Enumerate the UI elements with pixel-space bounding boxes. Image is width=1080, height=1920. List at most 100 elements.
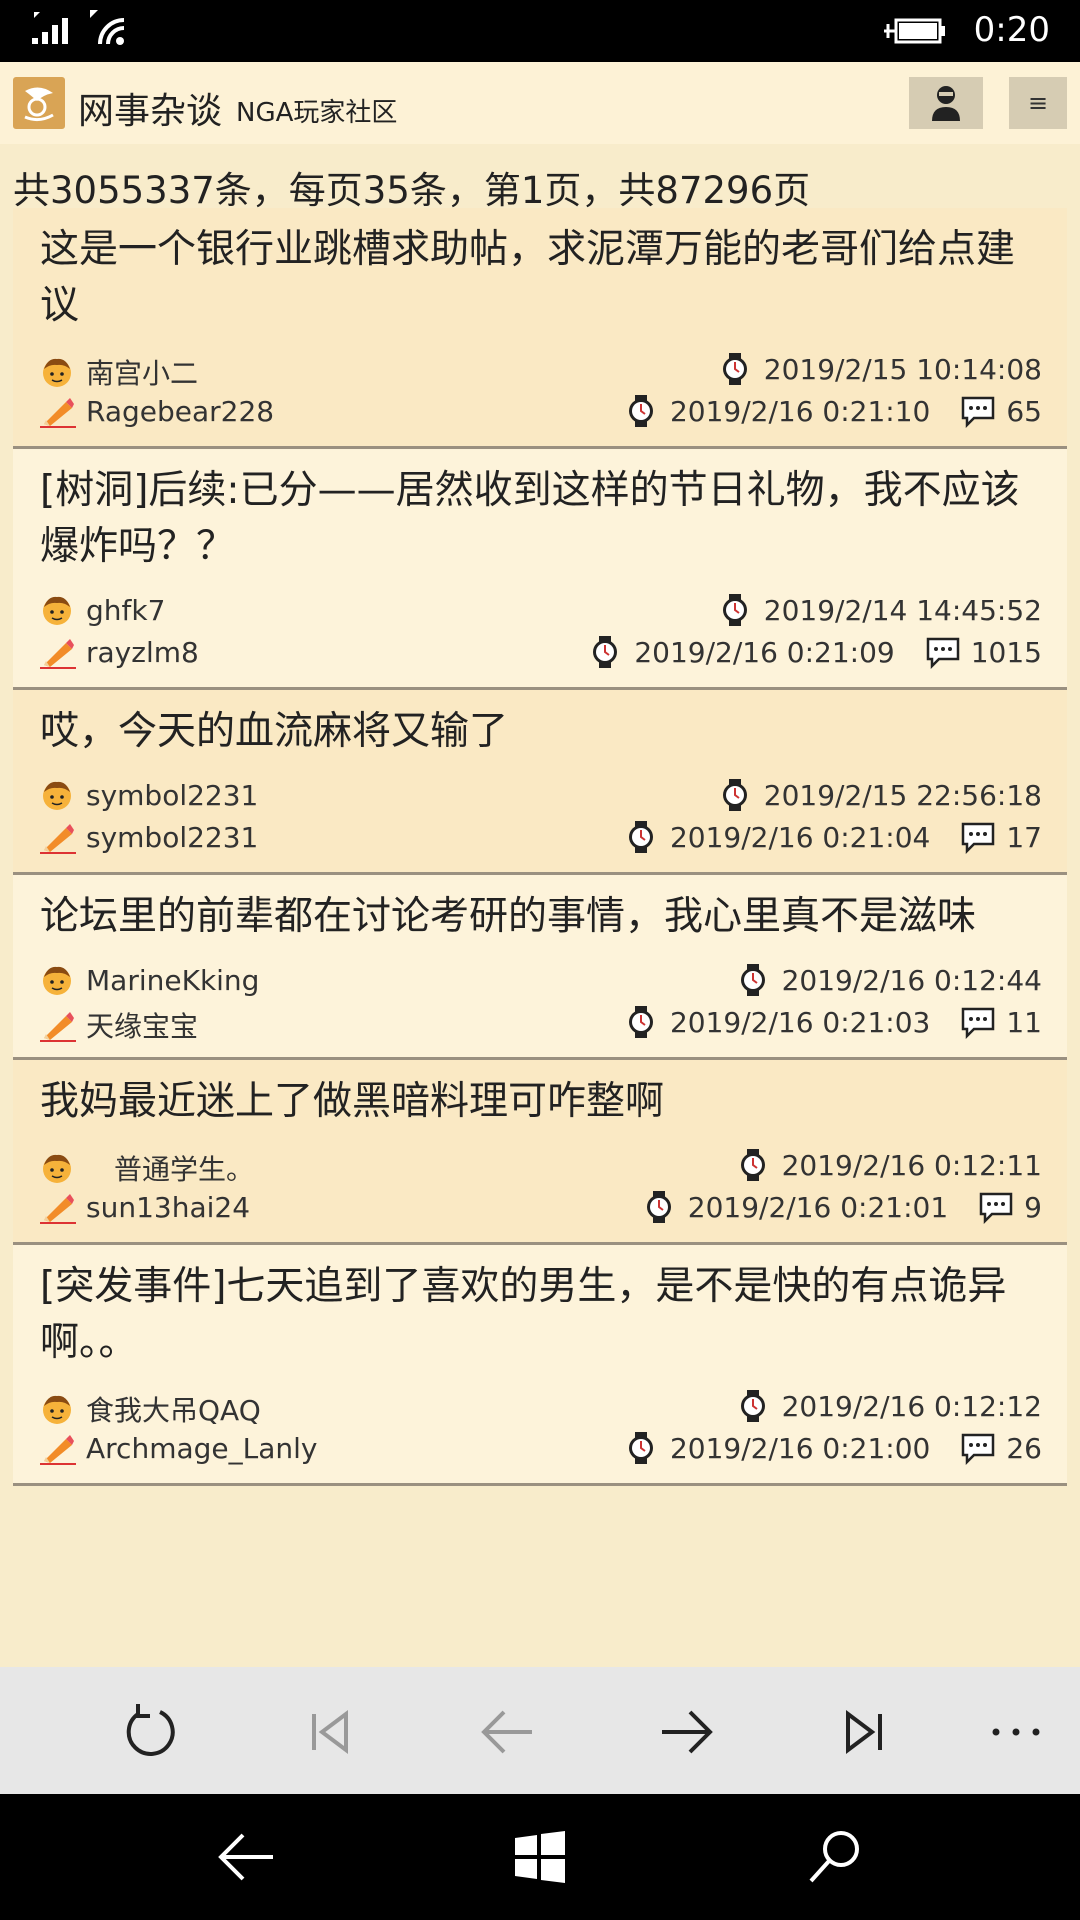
author-face-icon — [40, 355, 74, 389]
navigation-bar — [0, 1794, 1080, 1920]
last-replier[interactable]: rayzlm8 — [86, 636, 199, 669]
comment-icon — [960, 1431, 995, 1466]
reply-count: 11 — [1006, 1005, 1042, 1039]
thread-author[interactable]: 南宫小二 — [86, 352, 198, 392]
post-time: 2019/2/15 10:14:08 — [763, 352, 1042, 386]
watch-icon — [642, 1190, 676, 1224]
thread-meta: 食我大吊QAQ 2019/2/16 0:12:12 Archmage_Lanly… — [13, 1387, 1067, 1483]
page-info: 共3055337条，每页35条，第1页，共87296页 — [13, 169, 811, 212]
pencil-icon — [40, 1190, 76, 1224]
app-header: 网事杂谈 NGA玩家社区 ≡ — [0, 62, 1080, 144]
thread-title[interactable]: 论坛里的前辈都在讨论考研的事情，我心里真不是滋味 — [13, 875, 1067, 945]
thread-item[interactable]: 哎，今天的血流麻将又输了 symbol2231 2019/2/15 22:56:… — [13, 690, 1067, 875]
comment-icon — [925, 635, 959, 670]
thread-title[interactable]: 这是一个银行业跳槽求助帖，求泥潭万能的老哥们给点建议 — [13, 208, 1067, 334]
thread-item[interactable]: 这是一个银行业跳槽求助帖，求泥潭万能的老哥们给点建议 南宫小二 2019/2/1… — [13, 208, 1067, 449]
reply-count: 26 — [1006, 1431, 1042, 1465]
last-reply-time: 2019/2/16 0:21:09 — [634, 635, 895, 669]
thread-author[interactable]: 普通学生。 — [86, 1148, 254, 1188]
author-face-icon — [40, 778, 74, 812]
thread-title[interactable]: 我妈最近迷上了做黑暗料理可咋整啊 — [13, 1060, 1067, 1130]
thread-meta: MarineKking 2019/2/16 0:12:44 天缘宝宝 2019/… — [13, 961, 1067, 1057]
comment-icon — [960, 820, 995, 855]
windows-start-icon[interactable] — [505, 1822, 575, 1892]
pencil-icon — [40, 1431, 76, 1465]
watch-icon — [718, 352, 752, 386]
watch-icon — [624, 394, 658, 428]
previous-page-icon[interactable] — [473, 1697, 543, 1767]
watch-icon — [624, 1005, 658, 1039]
author-face-icon — [40, 1392, 74, 1426]
watch-icon — [624, 1431, 658, 1465]
signal-icon — [32, 12, 68, 44]
thread-meta: symbol2231 2019/2/15 22:56:18 symbol2231… — [13, 776, 1067, 872]
thread-meta: ghfk7 2019/2/14 14:45:52 rayzlm8 2019/2/… — [13, 591, 1067, 687]
battery-charging-icon — [884, 18, 945, 44]
watch-icon — [624, 820, 658, 854]
thread-meta: 普通学生。 2019/2/16 0:12:11 sun13hai24 2019/… — [13, 1146, 1067, 1242]
last-replier[interactable]: Archmage_Lanly — [86, 1432, 317, 1465]
thread-title[interactable]: 哎，今天的血流麻将又输了 — [13, 690, 1067, 760]
author-face-icon — [40, 593, 74, 627]
watch-icon — [718, 593, 752, 627]
watch-icon — [736, 963, 770, 997]
pencil-icon — [40, 820, 76, 854]
thread-item[interactable]: 论坛里的前辈都在讨论考研的事情，我心里真不是滋味 MarineKking 201… — [13, 875, 1067, 1060]
reply-count: 9 — [1024, 1190, 1042, 1224]
clock-time: 0:20 — [973, 10, 1050, 50]
watch-icon — [736, 1148, 770, 1182]
watch-icon — [718, 778, 752, 812]
menu-button[interactable]: ≡ — [1009, 77, 1067, 129]
thread-title[interactable]: [突发事件]七天追到了喜欢的男生，是不是快的有点诡异啊。。 — [13, 1245, 1067, 1371]
forum-title: 网事杂谈 — [78, 91, 223, 132]
more-icon[interactable] — [981, 1697, 1051, 1767]
post-time: 2019/2/16 0:12:11 — [781, 1148, 1042, 1182]
last-reply-time: 2019/2/16 0:21:00 — [669, 1431, 931, 1465]
last-reply-time: 2019/2/16 0:21:04 — [669, 820, 931, 854]
reply-count: 1015 — [970, 635, 1042, 669]
thread-author[interactable]: 食我大吊QAQ — [86, 1389, 261, 1429]
pencil-icon — [40, 394, 76, 428]
account-button[interactable] — [909, 77, 983, 129]
post-time: 2019/2/16 0:12:44 — [781, 963, 1042, 997]
first-page-icon[interactable] — [295, 1697, 365, 1767]
thread-title[interactable]: [树洞]后续:已分——居然收到这样的节日礼物，我不应该爆炸吗？？ — [13, 449, 1067, 575]
reply-count: 65 — [1006, 394, 1042, 428]
thread-item[interactable]: [突发事件]七天追到了喜欢的男生，是不是快的有点诡异啊。。 食我大吊QAQ 20… — [13, 1245, 1067, 1486]
reply-count: 17 — [1006, 820, 1042, 854]
last-replier[interactable]: 天缘宝宝 — [86, 1005, 198, 1045]
watch-icon — [588, 635, 622, 669]
post-time: 2019/2/16 0:12:12 — [781, 1389, 1042, 1423]
thread-item[interactable]: [树洞]后续:已分——居然收到这样的节日礼物，我不应该爆炸吗？？ ghfk7 2… — [13, 449, 1067, 690]
last-page-icon[interactable] — [829, 1697, 899, 1767]
last-replier[interactable]: sun13hai24 — [86, 1191, 250, 1224]
last-reply-time: 2019/2/16 0:21:01 — [687, 1190, 949, 1224]
last-replier[interactable]: Ragebear228 — [86, 395, 274, 428]
last-replier[interactable]: symbol2231 — [86, 821, 258, 854]
next-page-icon[interactable] — [651, 1697, 721, 1767]
app-content: 网事杂谈 NGA玩家社区 ≡ 共3055337条，每页35条，第1页，共8729… — [0, 62, 1080, 1667]
thread-item[interactable]: 我妈最近迷上了做黑暗料理可咋整啊 普通学生。 2019/2/16 0:12:11… — [13, 1060, 1067, 1245]
nga-logo-icon[interactable] — [13, 77, 65, 129]
comment-icon — [978, 1190, 1013, 1225]
user-avatar-icon — [932, 86, 960, 121]
thread-author[interactable]: symbol2231 — [86, 779, 258, 812]
thread-author[interactable]: MarineKking — [86, 964, 259, 997]
back-icon[interactable] — [212, 1822, 282, 1892]
last-reply-time: 2019/2/16 0:21:10 — [669, 394, 931, 428]
watch-icon — [736, 1389, 770, 1423]
thread-list: 这是一个银行业跳槽求助帖，求泥潭万能的老哥们给点建议 南宫小二 2019/2/1… — [13, 208, 1067, 1486]
wifi-icon — [90, 10, 125, 45]
pencil-icon — [40, 635, 76, 669]
search-icon[interactable] — [800, 1822, 870, 1892]
app-bar — [0, 1667, 1080, 1794]
thread-meta: 南宫小二 2019/2/15 10:14:08 Ragebear228 2019… — [13, 350, 1067, 446]
thread-author[interactable]: ghfk7 — [86, 594, 165, 627]
post-time: 2019/2/14 14:45:52 — [763, 593, 1042, 627]
last-reply-time: 2019/2/16 0:21:03 — [669, 1005, 931, 1039]
site-subtitle: NGA玩家社区 — [236, 98, 398, 128]
pencil-icon — [40, 1008, 76, 1042]
refresh-icon[interactable] — [115, 1697, 185, 1767]
comment-icon — [960, 394, 995, 429]
post-time: 2019/2/15 22:56:18 — [763, 778, 1042, 812]
